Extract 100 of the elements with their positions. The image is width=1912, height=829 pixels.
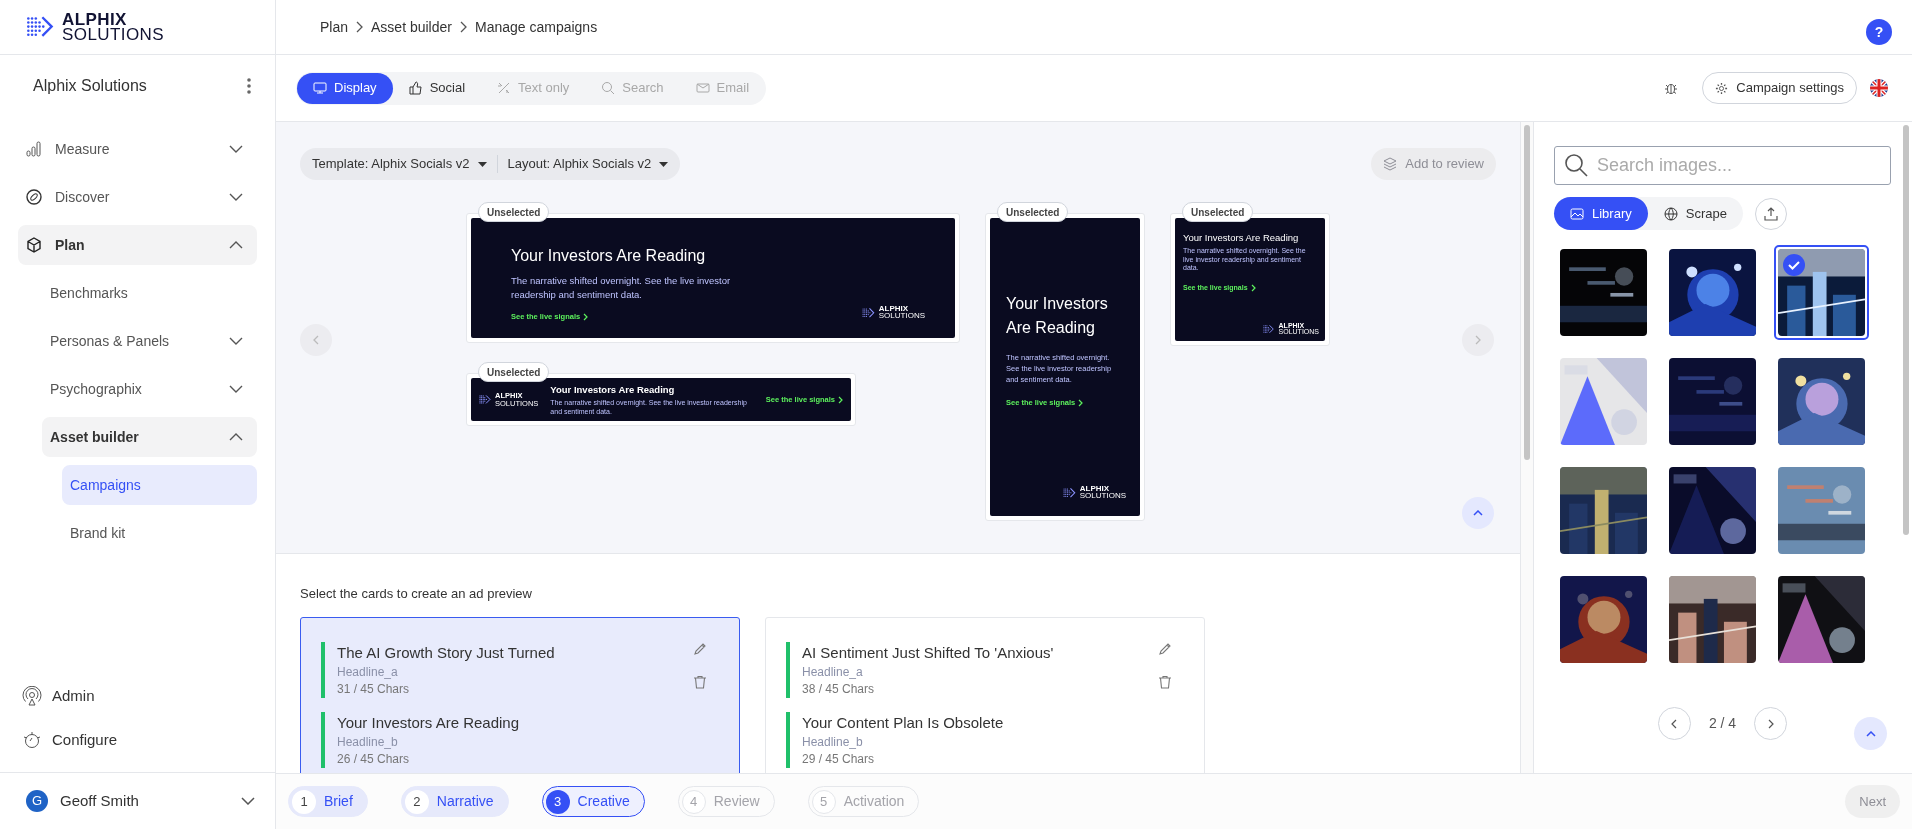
- help-button[interactable]: ?: [1866, 19, 1892, 45]
- scrollbar-thumb[interactable]: [1902, 125, 1909, 535]
- channel-tab[interactable]: Display: [297, 72, 393, 104]
- nav-item[interactable]: Admin: [22, 680, 253, 712]
- headline-text: Your Investors Are Reading: [337, 712, 521, 733]
- ad-headline: Your Investors Are Reading: [511, 246, 707, 266]
- status-badge: Unselected: [997, 202, 1069, 222]
- field-name: Headline_b: [337, 733, 399, 751]
- chevron-up-icon: [229, 433, 243, 441]
- chevron-down-icon: [229, 385, 243, 393]
- chevron-up-icon: [229, 241, 243, 249]
- chevron-up-icon: [1865, 730, 1876, 737]
- compass-icon: [26, 188, 42, 206]
- field-name: Headline_a: [802, 663, 864, 681]
- trash-icon[interactable]: [693, 674, 707, 689]
- chevron-right-icon: [459, 21, 467, 33]
- search-icon: [601, 81, 616, 95]
- logo-mark-icon: [1263, 324, 1275, 335]
- text-off-icon: [497, 81, 512, 95]
- pencil-icon[interactable]: [1158, 641, 1172, 656]
- caret-icon: [659, 161, 669, 167]
- pencil-icon[interactable]: [693, 641, 707, 656]
- bar-chart-icon: [26, 140, 42, 158]
- broadcast-icon: [22, 686, 42, 706]
- headline-card[interactable]: The AI Growth Story Just Turned Headline_a 31 / 45 Chars Your Investors Are Reading Headline_b 26 / 45 Chars: [300, 616, 740, 773]
- nav-item[interactable]: Campaigns: [62, 465, 257, 505]
- cards-hint: Select the cards to create an ad preview: [300, 585, 533, 603]
- nav-item[interactable]: Configure: [22, 724, 253, 756]
- nav-item[interactable]: Psychographix: [42, 369, 257, 409]
- status-badge: Unselected: [478, 362, 550, 382]
- settings-icon: [1715, 81, 1729, 95]
- ad-body: The narrative shifted overnight. See the live investor readership and sentiment data.: [511, 274, 732, 302]
- ad-headline: Your Investors Are Reading: [550, 382, 676, 397]
- ad-headline: Your Investors Are Reading: [1183, 232, 1300, 244]
- field-name: Headline_b: [802, 733, 864, 751]
- breadcrumb-link[interactable]: Plan: [320, 16, 349, 38]
- chevron-right-icon: [1767, 718, 1774, 729]
- chevron-right-icon: [356, 21, 364, 33]
- char-count: 38 / 45 Chars: [802, 680, 876, 698]
- step-tab[interactable]: 1 Brief: [288, 786, 368, 817]
- flag-icon[interactable]: [1869, 78, 1889, 98]
- logo-text: SOLUTIONS: [62, 27, 165, 42]
- logo-mark-icon: [1062, 486, 1076, 499]
- thumbs-up-icon: [408, 81, 423, 95]
- headline-card[interactable]: AI Sentiment Just Shifted To 'Anxious' Headline_a 38 / 45 Chars Your Content Plan Is Obsolete Headline_b 29 / 45 Chars: [765, 616, 1205, 773]
- nav-item[interactable]: Brand kit: [62, 513, 257, 553]
- workspace-name: Alphix Solutions: [33, 76, 147, 96]
- nav-item[interactable]: Discover: [18, 177, 257, 217]
- chevron-right-icon: [583, 312, 589, 321]
- globe-icon: [1663, 206, 1678, 221]
- ad-logo: ALPHIX SOLUTIONS: [1062, 484, 1126, 500]
- chevron-down-icon: [229, 145, 243, 153]
- chevron-down-icon: [229, 193, 243, 201]
- page-indicator: 2 / 4: [1708, 714, 1737, 733]
- caret-icon: [477, 161, 487, 167]
- headline-text: AI Sentiment Just Shifted To 'Anxious': [802, 642, 1055, 663]
- logo-mark-icon: [861, 306, 875, 319]
- chevron-left-icon: [313, 335, 319, 345]
- image-search-field[interactable]: Search images...: [1554, 146, 1891, 185]
- status-badge: Unselected: [478, 202, 550, 222]
- layout-dropdown[interactable]: Layout: Alphix Socials v2: [507, 154, 669, 174]
- chevron-right-icon: [1078, 398, 1084, 407]
- headline-text: Your Content Plan Is Obsolete: [802, 712, 1005, 733]
- upload-icon: [1763, 206, 1778, 221]
- monitor-icon: [313, 81, 327, 95]
- nav-item[interactable]: Plan: [18, 225, 257, 265]
- nav-item[interactable]: Benchmarks: [42, 273, 257, 313]
- chevron-right-icon: [1250, 283, 1256, 292]
- logo-text: ALPHIX: [62, 12, 127, 27]
- ad-headline: Your Investors Are Reading: [1006, 294, 1109, 338]
- template-dropdown[interactable]: Template: Alphix Socials v2: [312, 154, 487, 174]
- nav-item[interactable]: Personas & Panels: [42, 321, 257, 361]
- image-icon: [1570, 206, 1584, 221]
- search-icon: [1564, 153, 1588, 177]
- nav-item[interactable]: Measure: [18, 129, 257, 169]
- check-icon: [1783, 254, 1805, 276]
- char-count: 29 / 45 Chars: [802, 750, 876, 768]
- nav-item[interactable]: Asset builder: [42, 417, 257, 457]
- image-source-tab[interactable]: Scrape: [1647, 197, 1743, 230]
- image-source-tab[interactable]: Library: [1554, 197, 1648, 230]
- channel-tab[interactable]: Social: [392, 72, 482, 104]
- ad-logo: ALPHIX SOLUTIONS: [861, 304, 925, 320]
- user-name[interactable]: Geoff Smith: [60, 789, 229, 813]
- chevron-up-icon: [1473, 510, 1483, 516]
- chevron-right-icon: [1475, 335, 1481, 345]
- bug-icon[interactable]: [1664, 81, 1679, 95]
- more-icon[interactable]: [247, 78, 251, 94]
- trash-icon[interactable]: [1158, 674, 1172, 689]
- breadcrumb-link[interactable]: Manage campaigns: [474, 16, 598, 38]
- breadcrumb-link[interactable]: Asset builder: [371, 16, 452, 38]
- chevron-left-icon: [1671, 718, 1678, 729]
- chevron-down-icon: [229, 337, 243, 345]
- chevron-down-icon[interactable]: [241, 797, 255, 805]
- step-tab[interactable]: 2 Narrative: [400, 786, 509, 817]
- step-tab[interactable]: 3 Creative: [541, 786, 645, 817]
- mail-icon: [695, 81, 710, 95]
- scrollbar-thumb[interactable]: [1524, 125, 1530, 460]
- logo-mark-icon: [479, 394, 491, 405]
- user-avatar[interactable]: G: [26, 790, 48, 812]
- status-badge: Unselected: [1182, 202, 1254, 222]
